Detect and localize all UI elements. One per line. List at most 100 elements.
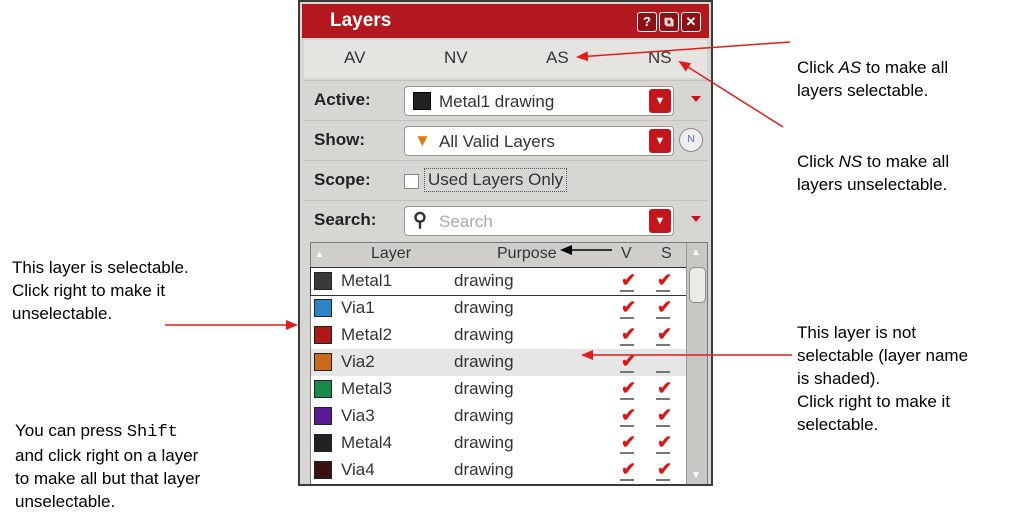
selectable-checkbox[interactable]: ✔ xyxy=(656,379,672,400)
checkmark-icon: ✔ xyxy=(621,432,637,452)
scroll-thumb[interactable] xyxy=(689,267,706,303)
checkmark-icon: ✔ xyxy=(657,405,673,425)
nv-button[interactable]: NV xyxy=(444,48,468,68)
ns-button[interactable]: NS xyxy=(648,48,672,68)
layer-swatch[interactable] xyxy=(314,272,332,290)
layer-swatch[interactable] xyxy=(314,434,332,452)
checkmark-icon: ✔ xyxy=(657,378,673,398)
used-layers-only-label[interactable]: Used Layers Only xyxy=(424,168,568,192)
search-row: Search: ⚲ Search ▼ xyxy=(304,200,707,241)
selectable-checkbox[interactable]: ✔ xyxy=(656,406,672,427)
layer-name[interactable]: Metal2 xyxy=(341,325,392,345)
layer-purpose: drawing xyxy=(454,325,514,344)
column-header-selectable[interactable]: S xyxy=(661,245,672,263)
table-row[interactable]: Metal1 drawing ✔ ✔ xyxy=(310,267,688,296)
layer-name[interactable]: Metal3 xyxy=(341,379,392,399)
active-menu-arrow-icon[interactable] xyxy=(691,96,701,102)
visible-checkbox[interactable]: ✔ xyxy=(620,460,636,481)
active-layer-swatch xyxy=(413,92,431,110)
av-button[interactable]: AV xyxy=(344,48,365,68)
column-header-purpose[interactable]: Purpose xyxy=(497,245,557,263)
checkmark-icon: ✔ xyxy=(621,459,637,479)
table-row[interactable]: Via3 drawing ✔ ✔ xyxy=(311,403,687,430)
layer-swatch[interactable] xyxy=(314,380,332,398)
table-row[interactable]: Via1 drawing ✔ ✔ xyxy=(311,295,687,322)
visible-checkbox[interactable]: ✔ xyxy=(620,325,636,346)
help-icon[interactable]: ? xyxy=(637,12,657,32)
selectable-checkbox[interactable]: ✔ xyxy=(656,325,672,346)
active-layer-combo[interactable]: Metal1 drawing ▼ xyxy=(404,86,674,116)
table-row[interactable]: Via2 drawing ✔ xyxy=(311,349,687,376)
scope-label: Scope: xyxy=(314,170,371,189)
layer-swatch[interactable] xyxy=(314,299,332,317)
scroll-up-icon[interactable]: ▲ xyxy=(691,247,701,258)
active-layer-value: Metal1 drawing xyxy=(439,92,555,111)
sort-arrow-icon[interactable]: ▲ xyxy=(315,249,324,259)
selectable-checkbox[interactable]: ✔ xyxy=(656,298,672,319)
search-label: Search: xyxy=(314,210,377,229)
show-options-icon[interactable]: N xyxy=(679,128,703,152)
checkmark-icon: ✔ xyxy=(621,297,637,317)
layer-purpose: drawing xyxy=(454,406,514,425)
layer-name[interactable]: Via2 xyxy=(341,352,375,372)
layer-name[interactable]: Via4 xyxy=(341,460,375,480)
selectable-checkbox[interactable] xyxy=(656,358,670,373)
layer-name[interactable]: Metal4 xyxy=(341,433,392,453)
panel-titlebar[interactable]: Layers ? ⧉ ✕ xyxy=(302,4,709,38)
layer-name[interactable]: Metal1 xyxy=(341,271,392,291)
close-icon[interactable]: ✕ xyxy=(681,12,701,32)
shift-note-pre: You can press xyxy=(15,421,127,440)
panel-title: Layers xyxy=(330,10,392,31)
visible-checkbox[interactable]: ✔ xyxy=(620,298,636,319)
show-filter-combo[interactable]: ▼ All Valid Layers ▼ xyxy=(404,126,674,156)
as-note-pre: Click xyxy=(797,58,839,77)
ns-note: Click NS to make all layers unselectable… xyxy=(797,127,949,196)
table-row[interactable]: Metal3 drawing ✔ ✔ xyxy=(311,376,687,403)
column-header-visible[interactable]: V xyxy=(621,245,632,263)
visible-checkbox[interactable]: ✔ xyxy=(620,433,636,454)
search-dropdown-button[interactable]: ▼ xyxy=(649,209,671,233)
show-dropdown-button[interactable]: ▼ xyxy=(649,129,671,153)
column-header-layer[interactable]: Layer xyxy=(371,245,411,263)
layer-name[interactable]: Via3 xyxy=(341,406,375,426)
show-row: Show: ▼ All Valid Layers ▼ N xyxy=(304,120,707,161)
active-dropdown-button[interactable]: ▼ xyxy=(649,89,671,113)
layer-name[interactable]: Via1 xyxy=(341,298,375,318)
search-combo[interactable]: ⚲ Search ▼ xyxy=(404,206,674,236)
visibility-buttons-row: AV NV AS NS xyxy=(304,40,707,78)
vertical-scrollbar[interactable]: ▲ ▼ xyxy=(686,243,707,484)
checkmark-icon: ✔ xyxy=(657,432,673,452)
shift-note-post: and click right on a layer to make all b… xyxy=(15,446,201,511)
funnel-icon: ▼ xyxy=(414,131,431,150)
checkmark-icon: ✔ xyxy=(621,351,637,371)
layer-swatch[interactable] xyxy=(314,353,332,371)
layer-purpose: drawing xyxy=(454,379,514,398)
table-row[interactable]: Metal2 drawing ✔ ✔ xyxy=(311,322,687,349)
visible-checkbox[interactable]: ✔ xyxy=(620,271,636,292)
layer-swatch[interactable] xyxy=(314,461,332,479)
as-button[interactable]: AS xyxy=(546,48,569,68)
search-icon: ⚲ xyxy=(413,210,427,231)
search-input[interactable]: Search xyxy=(439,212,493,232)
checkmark-icon: ✔ xyxy=(621,378,637,398)
visible-checkbox[interactable]: ✔ xyxy=(620,352,636,373)
layer-purpose: drawing xyxy=(454,460,514,479)
scope-row: Scope: Used Layers Only xyxy=(304,160,707,201)
selectable-checkbox[interactable]: ✔ xyxy=(656,271,672,292)
selectable-checkbox[interactable]: ✔ xyxy=(656,433,672,454)
float-icon[interactable]: ⧉ xyxy=(659,12,679,32)
used-layers-only-checkbox[interactable] xyxy=(404,174,419,189)
visible-checkbox[interactable]: ✔ xyxy=(620,379,636,400)
active-label: Active: xyxy=(314,90,371,109)
layer-swatch[interactable] xyxy=(314,407,332,425)
layer-swatch[interactable] xyxy=(314,326,332,344)
table-row[interactable]: Metal4 drawing ✔ ✔ xyxy=(311,430,687,457)
visible-checkbox[interactable]: ✔ xyxy=(620,406,636,427)
checkmark-icon: ✔ xyxy=(621,324,637,344)
layer-purpose: drawing xyxy=(454,298,514,317)
selectable-checkbox[interactable]: ✔ xyxy=(656,460,672,481)
layer-purpose: drawing xyxy=(454,352,514,371)
table-row[interactable]: Via4 drawing ✔ ✔ xyxy=(311,457,687,484)
scroll-down-icon[interactable]: ▼ xyxy=(691,470,701,481)
search-menu-arrow-icon[interactable] xyxy=(691,216,701,222)
